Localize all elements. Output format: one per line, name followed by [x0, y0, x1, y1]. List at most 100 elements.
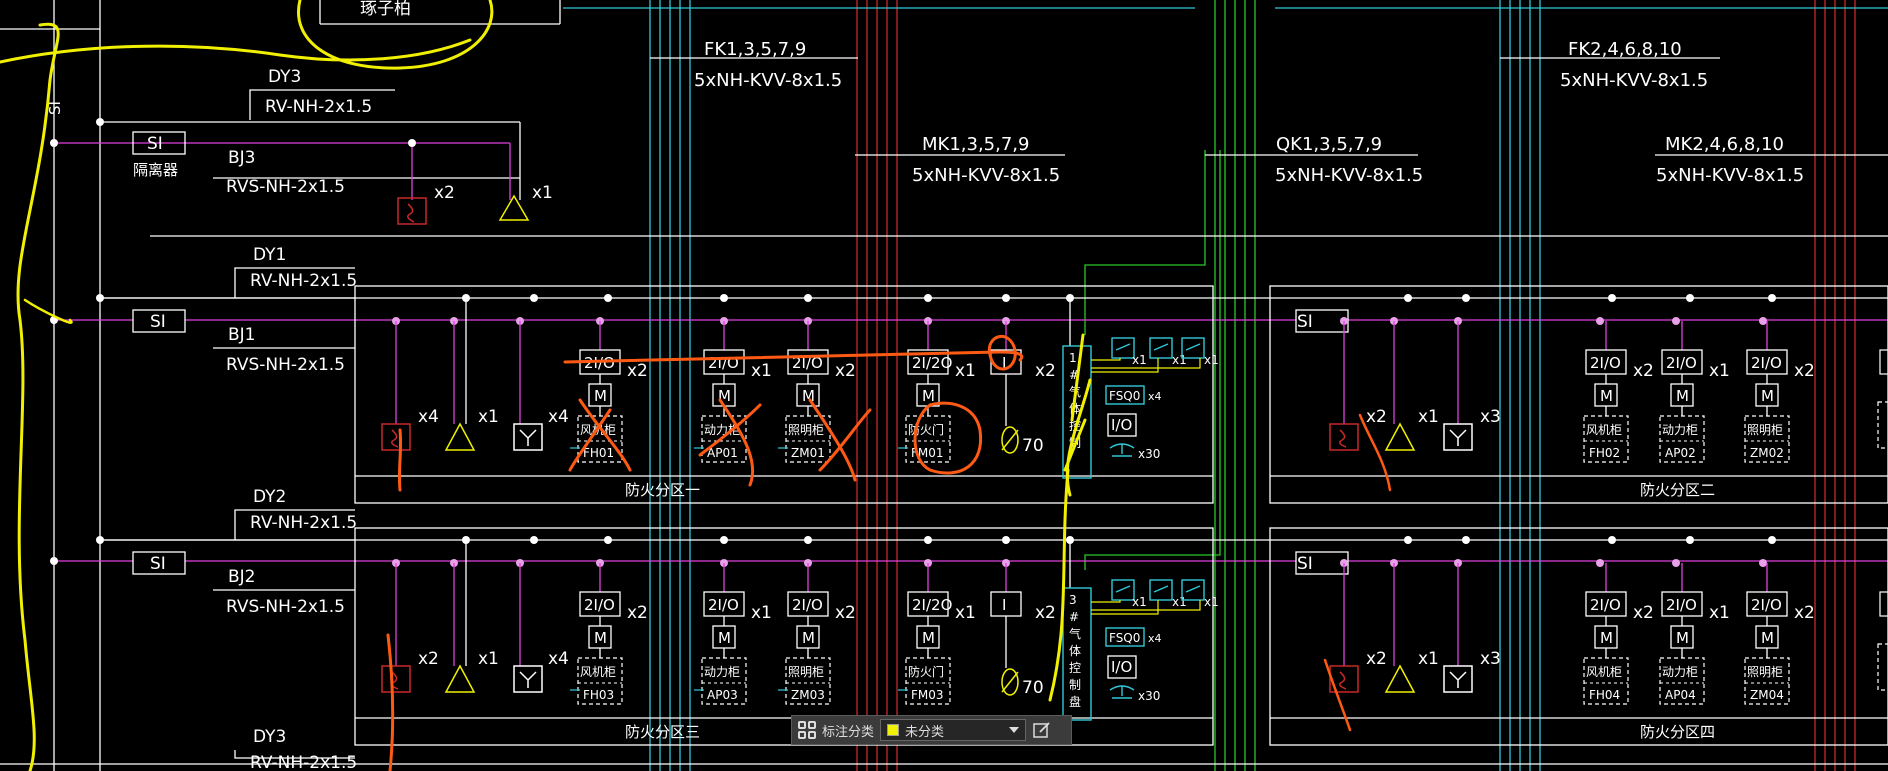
row1-module-mult: x1 — [955, 361, 976, 381]
row2-right-module-mult: x1 — [1709, 603, 1730, 623]
junction-dot — [96, 118, 104, 126]
bus-node — [530, 536, 538, 544]
row2-panel-label: 防火门 — [908, 664, 944, 679]
pressure-switch-icon[interactable] — [1149, 337, 1173, 359]
smoke-symbol-icon — [391, 429, 399, 448]
alarm-bell-icon[interactable] — [498, 194, 530, 221]
category-label: 标注分类 — [822, 724, 875, 740]
bus-node — [1768, 294, 1776, 302]
row1-alarm-bell-icon[interactable] — [444, 422, 476, 451]
row2-right-device-3-mult: x3 — [1480, 649, 1501, 669]
smoke-symbol-icon — [407, 203, 415, 223]
row1-device-1-mult: x4 — [418, 407, 439, 427]
row2-m-label: M — [594, 629, 607, 647]
row1-io-label: 2I/O — [584, 354, 615, 372]
bus-node — [1002, 536, 1010, 544]
row1-right-m-label: M — [1761, 387, 1774, 405]
si-top-sublabel: 隔离器 — [133, 161, 178, 179]
cad-drawing-canvas[interactable]: 琢子柏 SI DY3 RV-NH-2x1.5 SI 隔离器 BJ3 RVS-NH… — [0, 0, 1888, 771]
smoke-symbol-icon — [1339, 671, 1347, 690]
bus-node — [1462, 536, 1470, 544]
row1-gas-label-char: 1 — [1069, 351, 1077, 365]
row1-right-panel-label: 风机柜 — [1586, 423, 1622, 437]
row2-gas-label-char: 控 — [1069, 661, 1081, 675]
row1-right-device-2-mult: x1 — [1418, 407, 1439, 427]
bus-node — [1404, 536, 1412, 544]
row2-right-module-mult: x2 — [1794, 603, 1815, 623]
handwritten-markup — [0, 0, 1392, 771]
bus-node — [1608, 294, 1616, 302]
row2-i-label: I — [1002, 596, 1006, 614]
row1-right-alarm-bell-icon[interactable] — [1384, 422, 1416, 451]
bus-node — [804, 536, 812, 544]
alarm-symbol-icon — [519, 429, 537, 446]
row2-right-device-2-mult: x1 — [1418, 649, 1439, 669]
annotation-category-toolbar: 标注分类 未分类 — [791, 715, 1072, 745]
bus-node — [1462, 294, 1470, 302]
row2-fsq-label: FSQ0 — [1109, 631, 1140, 645]
row1-panel-label: 照明柜 — [788, 423, 824, 437]
row2-panel-label: 动力柜 — [704, 665, 740, 679]
row1-nozzle-mult: x30 — [1138, 447, 1160, 461]
fan-icon[interactable] — [1111, 579, 1135, 601]
bus-node — [1686, 536, 1694, 544]
category-select[interactable]: 未分类 — [880, 719, 1027, 741]
fk-left-cable: 5xNH-KVV-8x1.5 — [694, 70, 842, 91]
row1-si-label: SI — [150, 312, 166, 332]
row2-nozzle-mult: x30 — [1138, 689, 1160, 703]
row2-right-si-label: SI — [1297, 554, 1313, 574]
row2-panel-label: 照明柜 — [788, 665, 824, 679]
row1-zone-right-label: 防火分区二 — [1640, 481, 1715, 499]
icon-stroke — [1153, 343, 1169, 351]
row2-right-m-label: M — [1600, 629, 1613, 647]
row1-right-m-label: M — [1676, 387, 1689, 405]
row1-right-panel-code: ZM02 — [1750, 446, 1784, 460]
row2-right-alarm-bell-icon[interactable] — [1384, 664, 1416, 693]
row1-gas-icon-mult: x1 — [1172, 353, 1187, 367]
row1-right-device-1-mult: x2 — [1366, 407, 1387, 427]
row2-nozzle-icon[interactable] — [1109, 685, 1135, 699]
bus-node — [604, 536, 612, 544]
row1-right-module-mult: x2 — [1633, 361, 1654, 381]
row2-right-io-label: 2I/O — [1590, 596, 1621, 614]
row1-right-panel-label: 动力柜 — [1662, 423, 1698, 437]
row2-m-label: M — [922, 629, 935, 647]
bus-node — [1759, 559, 1767, 567]
dy3-bottom-label: DY3 — [253, 727, 286, 747]
valve-stroke — [1001, 671, 1019, 693]
row1-gas-icon-mult: x1 — [1204, 353, 1219, 367]
edit-icon[interactable] — [1032, 720, 1052, 740]
row1-panel-label: 防火门 — [908, 422, 944, 437]
row1-gas-io-label: I/O — [1111, 416, 1132, 434]
icon-stroke — [1185, 585, 1201, 593]
bj3-cable: RVS-NH-2x1.5 — [226, 177, 345, 197]
pressure-switch-icon[interactable] — [1149, 579, 1173, 601]
row2-right-io-label: 2I/O — [1666, 596, 1697, 614]
row2-io-label: 2I/O — [792, 596, 823, 614]
junction-dot — [50, 557, 58, 565]
row2-panel-code: FH03 — [583, 688, 614, 702]
partial-module — [1879, 349, 1888, 375]
row2-gas-icon-mult: x1 — [1172, 595, 1187, 609]
row2-gas-label-char: 制 — [1069, 678, 1081, 692]
zone-frame-right — [1269, 285, 1888, 504]
row1-right-module-mult: x1 — [1709, 361, 1730, 381]
row1-nozzle-icon[interactable] — [1109, 443, 1135, 457]
row1-valve-label: 70 — [1022, 436, 1044, 456]
row1-module-mult: x2 — [627, 361, 648, 381]
bus-node — [604, 294, 612, 302]
junction-dot — [408, 139, 416, 147]
row2-right-panel-label: 照明柜 — [1747, 665, 1783, 679]
top-cabinet-label: 琢子柏 — [360, 0, 411, 19]
row2-gas-icon-mult: x1 — [1132, 595, 1147, 609]
top-device-2-mult: x1 — [532, 183, 553, 203]
bus-node — [924, 536, 932, 544]
row1-gas-icon-mult: x1 — [1132, 353, 1147, 367]
row2-right-module-mult: x2 — [1633, 603, 1654, 623]
row2-gas-label-char: 盘 — [1069, 694, 1081, 709]
row1-io-label: 2I/2O — [912, 354, 952, 372]
grid-icon[interactable] — [798, 721, 816, 739]
row2-alarm-bell-icon[interactable] — [444, 664, 476, 693]
fan-icon[interactable] — [1111, 337, 1135, 359]
row2-right-panel-code: AP04 — [1665, 688, 1696, 702]
